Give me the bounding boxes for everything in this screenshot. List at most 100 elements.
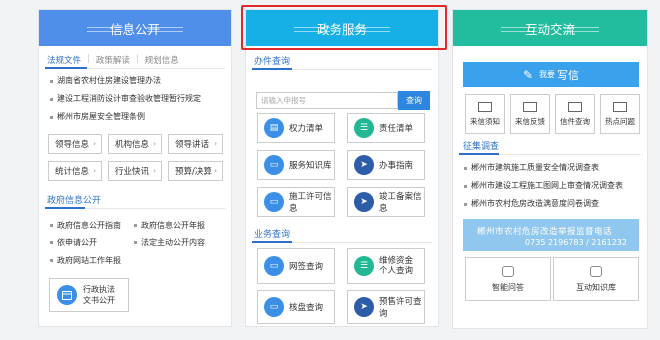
admin-enforcement-button[interactable]: 行政执法 文书公开	[49, 278, 129, 312]
document-icon: ▭	[264, 256, 284, 276]
checklist-icon: ☰	[354, 118, 374, 138]
tab-planning-info[interactable]: 规划信息	[145, 54, 179, 66]
header-decoration	[294, 27, 330, 32]
link-disclosure-report[interactable]: 政府信息公开年报	[133, 220, 205, 231]
write-letter-banner[interactable]: ✎ 我要 写信	[463, 62, 639, 87]
budget-button[interactable]: 预算/决算 ›	[168, 161, 223, 181]
section-divider-accent	[252, 68, 292, 70]
button-label: 统计信息	[55, 167, 90, 177]
interaction-panel: 互动交流 ✎ 我要 写信 来信须知 来信反馈 信件查询 热点问题 征集调查 郴州…	[452, 9, 648, 329]
service-guide-button[interactable]: ➤ 办事指南	[347, 150, 425, 180]
button-label-line: 维修资金	[379, 256, 414, 266]
banner-title: 郴州市农村危房改造举报监督电话	[477, 227, 613, 237]
send-icon: ➤	[354, 192, 374, 212]
banner-label: 写信	[557, 68, 580, 82]
link-statutory-disclosure[interactable]: 法定主动公开内容	[133, 237, 205, 248]
section-title: 政府信息公开	[47, 196, 102, 206]
chevron-right-icon: ›	[214, 140, 217, 148]
leader-info-button[interactable]: 领导信息 ›	[48, 134, 102, 154]
document-icon	[57, 285, 77, 305]
agency-info-button[interactable]: 机构信息 ›	[108, 134, 162, 154]
tab-regulations[interactable]: 法规文件	[47, 54, 81, 66]
letter-query-button[interactable]: 信件查询	[555, 94, 595, 134]
book-icon	[590, 265, 602, 277]
list-item[interactable]: 郴州市农村危房改造满意度问卷调查	[463, 195, 623, 213]
tab-separator: |	[87, 54, 90, 64]
letter-feedback-button[interactable]: 来信反馈	[510, 94, 550, 134]
section-divider-accent	[252, 241, 292, 243]
section-title: 征集调查	[463, 142, 500, 152]
button-label: 核盘查询	[289, 303, 324, 313]
link-request-disclosure[interactable]: 依申请公开	[49, 237, 97, 248]
button-label: 机构信息	[115, 140, 150, 150]
completion-record-button[interactable]: ➤ 竣工备案信息	[347, 187, 425, 217]
chevron-right-icon: ›	[93, 167, 96, 175]
statistics-button[interactable]: 统计信息 ›	[48, 161, 102, 181]
interaction-header[interactable]: 互动交流	[453, 10, 647, 46]
online-contract-query-button[interactable]: ▭ 网签查询	[257, 248, 335, 284]
button-label: 信件查询	[560, 116, 590, 126]
document-icon: ▭	[264, 192, 284, 212]
link-disclosure-guide[interactable]: 政府信息公开指南	[49, 220, 121, 231]
gov-services-header[interactable]: 政务服务	[246, 10, 438, 46]
industry-news-button[interactable]: 行业快讯 ›	[108, 161, 162, 181]
presale-permit-query-button[interactable]: ➤ 预售许可查询	[347, 290, 425, 324]
mail-icon	[568, 101, 582, 112]
info-disclosure-header[interactable]: 信息公开	[39, 10, 231, 46]
button-label: 网签查询	[289, 262, 324, 272]
button-label-line: 行政执法	[83, 285, 115, 294]
send-icon: ➤	[354, 155, 374, 175]
info-tabs: 法规文件 | 政策解读 | 规划信息	[47, 54, 179, 66]
button-label: 服务知识库	[289, 161, 332, 171]
power-list-button[interactable]: ▤ 权力清单	[257, 113, 335, 143]
button-label: 互动知识库	[576, 282, 616, 292]
list-item[interactable]: 建设工程消防设计审查验收管理暂行规定	[49, 90, 201, 108]
section-title: 办件查询	[254, 57, 291, 67]
interactive-knowledge-button[interactable]: 互动知识库	[553, 257, 639, 301]
responsibility-list-button[interactable]: ☰ 责任清单	[347, 113, 425, 143]
smart-qa-button[interactable]: 智能问答	[465, 257, 551, 301]
banner-phone: 0735 2196783 / 2161232	[525, 238, 627, 247]
list-item[interactable]: 郴州市房屋安全管理条例	[49, 108, 201, 126]
button-label: 领导讲话	[175, 140, 210, 150]
mail-icon	[478, 101, 492, 112]
list-item[interactable]: 湖南省农村住房建设管理办法	[49, 72, 201, 90]
book-icon: ▭	[264, 155, 284, 175]
knowledge-base-button[interactable]: ▭ 服务知识库	[257, 150, 335, 180]
search-placeholder: 请输入申报号	[261, 96, 306, 105]
button-label-line: 个人查询	[379, 266, 414, 276]
list-item[interactable]: 郴州市建设工程施工图网上审查情况调查表	[463, 177, 623, 195]
button-label: 来信反馈	[515, 116, 545, 126]
chat-icon	[502, 265, 514, 277]
gov-services-panel: 政务服务 办件查询 请输入申报号 查询 ▤ 权力清单 ☰ 责任清单 ▭ 服务知识库 ➤…	[245, 9, 439, 327]
survey-list: 郴州市建筑施工质量安全情况调查表 郴州市建设工程施工图网上审查情况调查表 郴州市…	[463, 159, 623, 213]
construction-permit-button[interactable]: ▭ 施工许可信息	[257, 187, 335, 217]
button-label: 预售许可查询	[379, 297, 422, 319]
list-icon: ▤	[264, 118, 284, 138]
button-label: 施工许可信息	[289, 192, 332, 214]
search-button[interactable]: 查询	[398, 91, 430, 110]
button-label-line: 文书公开	[83, 296, 115, 305]
tab-underline	[45, 67, 225, 69]
report-hotline-banner[interactable]: 郴州市农村危房改造举报监督电话 0735 2196783 / 2161232	[463, 219, 639, 251]
button-label: 热点问题	[605, 116, 635, 126]
application-number-input[interactable]: 请输入申报号	[256, 92, 398, 109]
button-label: 责任清单	[379, 124, 414, 134]
chevron-right-icon: ›	[153, 167, 156, 175]
checklist-icon: ☰	[354, 256, 374, 276]
letter-notice-button[interactable]: 来信须知	[465, 94, 505, 134]
tab-policy-interpretation[interactable]: 政策解读	[96, 54, 130, 66]
button-label: 权力清单	[289, 124, 324, 134]
verification-query-button[interactable]: ▭ 核盘查询	[257, 290, 335, 324]
button-label: 行业快讯	[115, 167, 150, 177]
link-website-report[interactable]: 政府网站工作年报	[49, 255, 121, 266]
header-decoration	[147, 27, 183, 32]
section-divider-accent	[459, 153, 499, 155]
leader-speech-button[interactable]: 领导讲话 ›	[168, 134, 223, 154]
button-label: 维修资金 个人查询	[379, 256, 413, 276]
hot-issues-button[interactable]: 热点问题	[600, 94, 640, 134]
maintenance-fund-query-button[interactable]: ☰ 维修资金 个人查询	[347, 248, 425, 284]
mail-icon	[523, 101, 537, 112]
regulation-list: 湖南省农村住房建设管理办法 建设工程消防设计审查验收管理暂行规定 郴州市房屋安全…	[49, 72, 201, 126]
list-item[interactable]: 郴州市建筑施工质量安全情况调查表	[463, 159, 623, 177]
